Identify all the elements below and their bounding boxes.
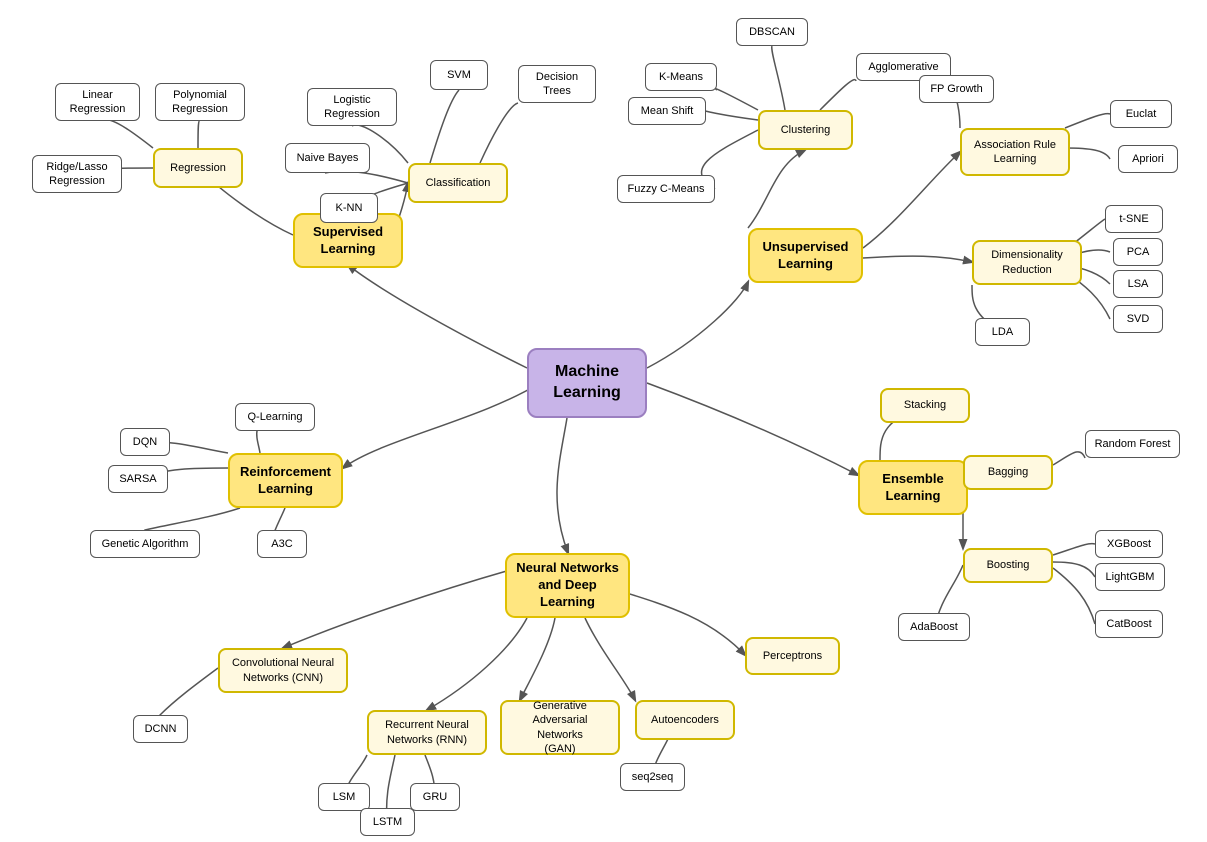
- node-k_means: K-Means: [645, 63, 717, 91]
- node-random_forest: Random Forest: [1085, 430, 1180, 458]
- node-poly_reg: Polynomial Regression: [155, 83, 245, 121]
- node-ensemble: Ensemble Learning: [858, 460, 968, 515]
- node-lsa: LSA: [1113, 270, 1163, 298]
- node-neural: Neural Networks and Deep Learning: [505, 553, 630, 618]
- node-fuzzy_cmeans: Fuzzy C-Means: [617, 175, 715, 203]
- node-lda: LDA: [975, 318, 1030, 346]
- node-dqn: DQN: [120, 428, 170, 456]
- node-assoc_rule: Association Rule Learning: [960, 128, 1070, 176]
- node-apriori: Apriori: [1118, 145, 1178, 173]
- node-logistic_reg: Logistic Regression: [307, 88, 397, 126]
- node-bagging: Bagging: [963, 455, 1053, 490]
- node-pca: PCA: [1113, 238, 1163, 266]
- node-sarsa: SARSA: [108, 465, 168, 493]
- node-naive_bayes: Naive Bayes: [285, 143, 370, 173]
- node-xgboost: XGBoost: [1095, 530, 1163, 558]
- node-gru: GRU: [410, 783, 460, 811]
- node-linear_reg: Linear Regression: [55, 83, 140, 121]
- node-q_learning: Q-Learning: [235, 403, 315, 431]
- node-clustering: Clustering: [758, 110, 853, 150]
- node-svd: SVD: [1113, 305, 1163, 333]
- node-knn: K-NN: [320, 193, 378, 223]
- node-ridge_lasso: Ridge/Lasso Regression: [32, 155, 122, 193]
- node-perceptrons: Perceptrons: [745, 637, 840, 675]
- node-unsupervised: Unsupervised Learning: [748, 228, 863, 283]
- node-machine_learning: Machine Learning: [527, 348, 647, 418]
- node-reinforcement: Reinforcement Learning: [228, 453, 343, 508]
- node-lstm: LSTM: [360, 808, 415, 836]
- node-seq2seq: seq2seq: [620, 763, 685, 791]
- node-decision_trees: Decision Trees: [518, 65, 596, 103]
- node-catboost: CatBoost: [1095, 610, 1163, 638]
- node-gan: Generative Adversarial Networks (GAN): [500, 700, 620, 755]
- node-cnn: Convolutional Neural Networks (CNN): [218, 648, 348, 693]
- node-classification: Classification: [408, 163, 508, 203]
- node-mean_shift: Mean Shift: [628, 97, 706, 125]
- node-autoencoders: Autoencoders: [635, 700, 735, 740]
- node-lsm: LSM: [318, 783, 370, 811]
- node-tsne: t-SNE: [1105, 205, 1163, 233]
- node-lightgbm: LightGBM: [1095, 563, 1165, 591]
- node-regression: Regression: [153, 148, 243, 188]
- node-rnn: Recurrent Neural Networks (RNN): [367, 710, 487, 755]
- node-genetic: Genetic Algorithm: [90, 530, 200, 558]
- node-dbscan: DBSCAN: [736, 18, 808, 46]
- node-boosting: Boosting: [963, 548, 1053, 583]
- node-adaboost: AdaBoost: [898, 613, 970, 641]
- node-fp_growth: FP Growth: [919, 75, 994, 103]
- node-dim_reduction: Dimensionality Reduction: [972, 240, 1082, 285]
- node-stacking: Stacking: [880, 388, 970, 423]
- node-a3c: A3C: [257, 530, 307, 558]
- mindmap-canvas: Machine LearningSupervised LearningUnsup…: [0, 0, 1207, 842]
- node-euclat: Euclat: [1110, 100, 1172, 128]
- node-dcnn: DCNN: [133, 715, 188, 743]
- node-svm: SVM: [430, 60, 488, 90]
